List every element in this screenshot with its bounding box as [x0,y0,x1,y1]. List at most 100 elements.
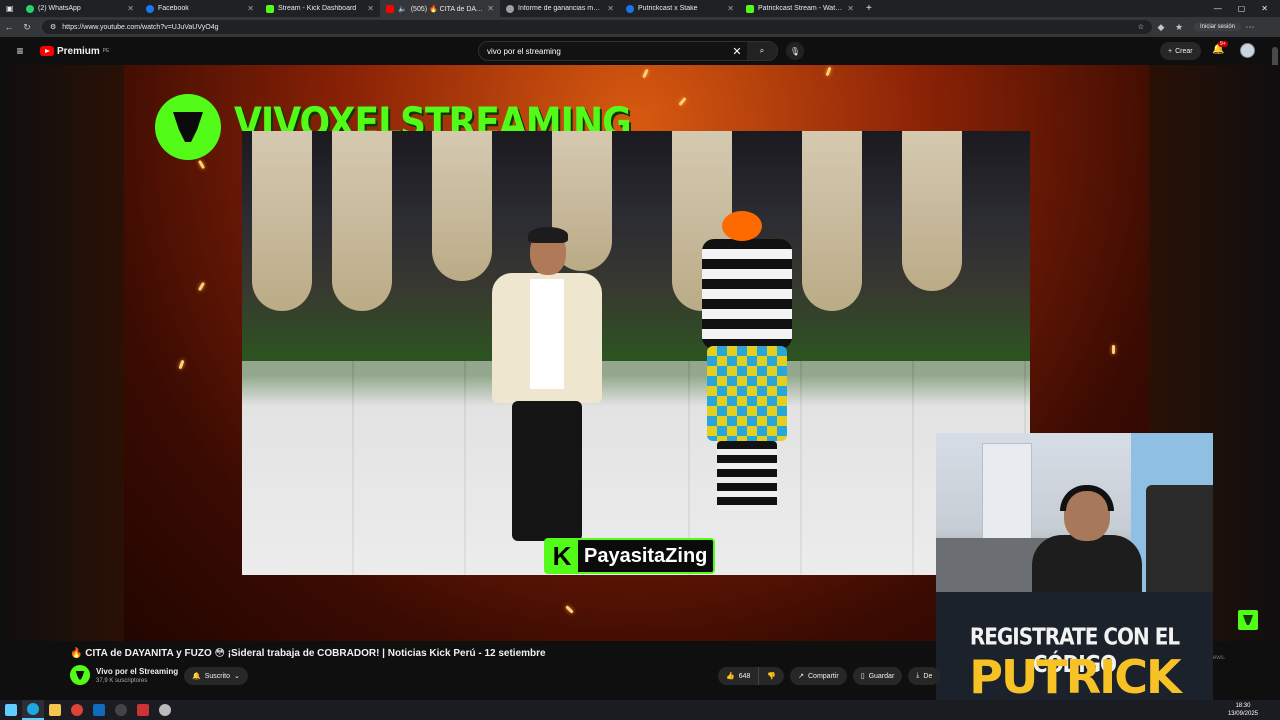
like-dislike-group: 👍 648 👎 [718,667,785,685]
tab-menu[interactable]: ▣ [0,0,20,17]
taskbar-app-obs[interactable] [110,700,132,720]
os-taskbar: 18:30 13/09/2025 [0,700,1280,720]
channel-emblem-icon [75,670,85,680]
search-input[interactable]: vivo por el streaming [487,47,727,56]
door-shape [982,443,1032,553]
curtain-decoration [252,131,312,311]
close-tab-icon[interactable]: ✕ [727,4,734,13]
browser-tab[interactable]: Facebook ✕ [140,0,260,17]
close-window-icon[interactable]: ✕ [1261,4,1268,13]
taskbar-app-video[interactable] [132,700,154,720]
facebook-icon [146,4,154,13]
window-controls: — ▢ ✕ [1214,4,1280,13]
tab-title: Stream - Kick Dashboard [278,5,357,12]
reload-icon[interactable]: ↻ [18,22,36,33]
maximize-icon[interactable]: ▢ [1238,4,1246,13]
channel-brand-logo [155,94,221,160]
clear-search-icon[interactable]: ✕ [727,45,747,58]
taskbar-app-edge[interactable] [22,700,44,720]
browser-tab-active[interactable]: 🔈 (505) 🔥 CITA de DAYANITA ✕ [380,0,500,17]
dancer-figure [492,227,602,561]
browser-tab[interactable]: Putrickcast x Stake ✕ [620,0,740,17]
share-icon: ↗ [798,673,804,680]
ember-decoration [642,68,649,79]
ember-decoration [1112,345,1115,354]
plus-icon: + [1168,47,1173,55]
site-info-icon[interactable]: ⚙ [50,23,56,31]
kick-corner-icon [1238,610,1258,630]
url-text[interactable]: https://www.youtube.com/watch?v=UJuVaUVy… [62,24,1131,31]
browser-tab[interactable]: Patrickcast Stream - Watch Live o ✕ [740,0,860,17]
more-menu-icon[interactable]: ⋯ [1241,22,1259,33]
search-box: vivo por el streaming ✕ ⌕ [478,41,778,61]
system-clock[interactable]: 18:30 13/09/2025 [1228,702,1280,718]
notifications-bell-icon[interactable]: 🔔 9+ [1212,41,1228,55]
youtube-icon [386,4,394,13]
close-tab-icon[interactable]: ✕ [487,4,494,13]
youtube-logo[interactable]: Premium PE [40,46,109,57]
kick-icon [746,4,754,13]
close-tab-icon[interactable]: ✕ [367,4,374,13]
curtain-decoration [902,131,962,291]
browser-tab[interactable]: (2) WhatsApp ✕ [20,0,140,17]
new-tab-icon[interactable]: + [860,3,878,14]
telegram-icon [626,4,634,13]
browser-tab[interactable]: Informe de ganancias mensuales ✕ [500,0,620,17]
window-menu-icon[interactable]: ▣ [6,4,14,13]
headset-icon [1060,485,1114,511]
save-button[interactable]: ▯ Guardar [852,667,903,685]
url-field[interactable]: ⚙ https://www.youtube.com/watch?v=UJuVaU… [42,20,1152,34]
tab-title: (505) 🔥 CITA de DAYANITA [410,5,484,13]
subscribed-button[interactable]: 🔔 Suscrito ⌄ [184,667,248,685]
create-button[interactable]: + Crear [1160,42,1201,60]
close-tab-icon[interactable]: ✕ [127,4,134,13]
video-actions: 👍 648 👎 ↗ Compartir ▯ Guardar ⤓ De [718,667,941,685]
folder-icon [49,704,61,716]
tab-title: Patrickcast Stream - Watch Live o [758,5,843,12]
close-tab-icon[interactable]: ✕ [607,4,614,13]
favorites-icon[interactable]: ★ [1170,22,1188,33]
taskbar-app-other[interactable] [154,700,176,720]
close-tab-icon[interactable]: ✕ [847,4,854,13]
hair-shape [528,227,568,243]
chrome-icon [71,704,83,716]
account-avatar[interactable] [1240,43,1255,58]
close-tab-icon[interactable]: ✕ [247,4,254,13]
channel-avatar[interactable] [70,665,90,685]
taskbar-app-store[interactable] [88,700,110,720]
striped-legs-shape [717,441,777,511]
promo-code: PUTRICK [969,650,1181,704]
report-icon [506,4,514,13]
share-button[interactable]: ↗ Compartir [790,667,847,685]
app-icon [159,704,171,716]
back-icon[interactable]: ← [0,22,18,32]
thumbs-up-icon: 👍 [726,673,735,680]
subscribed-label: Suscrito [204,672,231,680]
bookmark-star-icon[interactable]: ☆ [1138,23,1144,31]
streamer-body [1032,535,1142,592]
watermark-name: PayasitaZing [584,544,708,567]
channel-name[interactable]: Vivo por el Streaming [96,667,178,676]
clock-time: 18:30 [1235,703,1251,709]
bookmark-icon: ▯ [860,673,865,680]
save-label: Guardar [868,672,895,680]
start-button[interactable] [0,700,22,720]
voice-search-icon[interactable]: 🎙 [786,42,804,60]
like-button[interactable]: 👍 648 [718,667,760,685]
dislike-button[interactable]: 👎 [759,667,785,685]
taskbar-app-explorer[interactable] [44,700,66,720]
obs-icon [115,704,127,716]
extensions-icon[interactable]: ◆ [1152,22,1170,33]
browser-tab[interactable]: Stream - Kick Dashboard ✕ [260,0,380,17]
chevron-down-icon: ⌄ [234,673,240,680]
signin-button[interactable]: Iniciar sesión [1194,23,1242,31]
taskbar-app-chrome[interactable] [66,700,88,720]
hamburger-menu-icon[interactable]: ≡ [0,44,40,58]
whatsapp-icon [26,4,34,13]
speaker-icon[interactable]: 🔈 [398,5,407,13]
ember-decoration [825,66,832,77]
download-button[interactable]: ⤓ De [908,667,941,685]
kick-icon [266,4,274,13]
search-button[interactable]: ⌕ [747,42,777,60]
minimize-icon[interactable]: — [1214,4,1222,13]
